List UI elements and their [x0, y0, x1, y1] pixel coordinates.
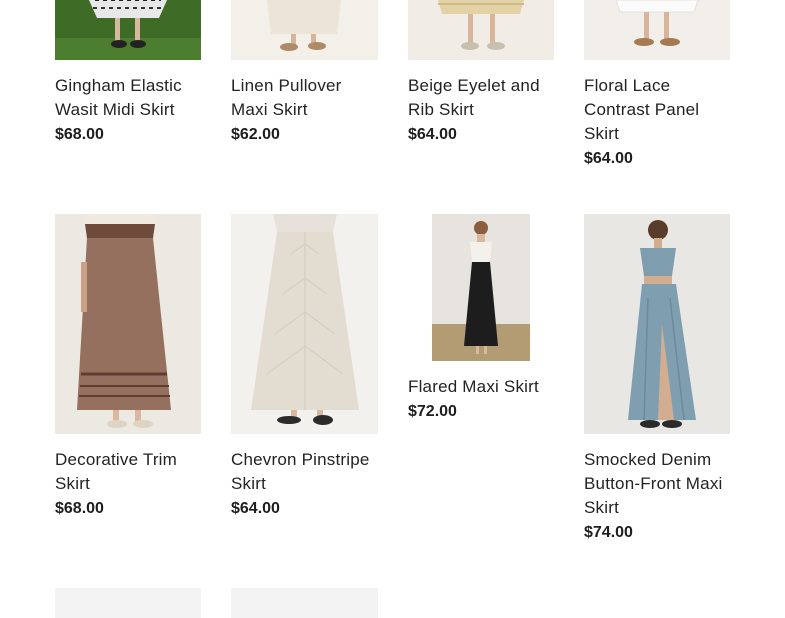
- product-price: $74.00: [584, 524, 633, 541]
- product-image-placeholder[interactable]: [55, 588, 201, 618]
- product-title[interactable]: Flared Maxi Skirt: [408, 375, 558, 399]
- product-card-placeholder[interactable]: [231, 588, 378, 618]
- product-price: $64.00: [231, 500, 280, 517]
- product-image-denim[interactable]: [584, 214, 730, 434]
- product-image-trim[interactable]: [55, 214, 201, 434]
- product-image-flared[interactable]: [432, 214, 530, 361]
- product-price: $64.00: [408, 126, 457, 143]
- product-title[interactable]: Smocked Denim Button-Front Maxi Skirt: [584, 448, 734, 520]
- product-image-eyelet[interactable]: [408, 0, 554, 60]
- product-title[interactable]: Beige Eyelet and Rib Skirt: [408, 74, 558, 122]
- product-price: $68.00: [55, 126, 104, 143]
- product-image-gingham[interactable]: [55, 0, 201, 60]
- product-price: $62.00: [231, 126, 280, 143]
- product-image-placeholder[interactable]: [231, 588, 378, 618]
- product-card-placeholder[interactable]: [55, 588, 201, 618]
- product-image-lace[interactable]: [584, 0, 730, 60]
- product-price: $64.00: [584, 150, 633, 167]
- product-title[interactable]: Linen Pullover Maxi Skirt: [231, 74, 381, 122]
- product-image-linen[interactable]: [231, 0, 378, 60]
- product-title[interactable]: Gingham Elastic Wasit Midi Skirt: [55, 74, 205, 122]
- product-title[interactable]: Floral Lace Contrast Panel Skirt: [584, 74, 734, 146]
- product-title[interactable]: Decorative Trim Skirt: [55, 448, 205, 496]
- product-price: $72.00: [408, 403, 457, 420]
- product-title[interactable]: Chevron Pinstripe Skirt: [231, 448, 381, 496]
- product-price: $68.00: [55, 500, 104, 517]
- product-image-chevron[interactable]: [231, 214, 378, 434]
